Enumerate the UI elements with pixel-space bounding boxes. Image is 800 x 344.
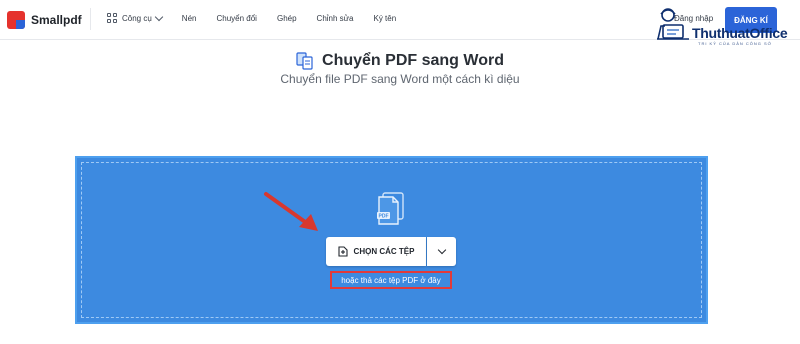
upload-source-dropdown[interactable] [427, 237, 456, 266]
pdf-badge-label: PDF [379, 214, 389, 220]
choose-files-label: CHỌN CÁC TỆP [353, 247, 415, 256]
grid-icon [107, 13, 117, 23]
logo-text: Smallpdf [31, 13, 82, 27]
nav-convert[interactable]: Chuyển đổi [216, 14, 256, 23]
watermark-text: ThuthuatOffice [692, 25, 788, 41]
drop-hint-text: hoặc thả các tệp PDF ở đây [330, 271, 452, 289]
logo-icon [7, 11, 25, 29]
page-subtitle: Chuyển file PDF sang Word một cách kì di… [280, 72, 520, 86]
annotation-arrow-icon [264, 192, 318, 231]
page-title: Chuyển PDF sang Word [322, 52, 504, 69]
nav-sign[interactable]: Ký tên [373, 14, 396, 23]
pdf-file-icon: PDF [377, 192, 404, 225]
choose-files-button[interactable]: CHỌN CÁC TỆP [326, 237, 426, 266]
tools-menu[interactable]: Công cụ [107, 12, 164, 23]
tools-label: Công cụ [122, 13, 152, 23]
watermark-subtext: TRI KỶ CỦA DÂN CÔNG SỞ [698, 41, 773, 46]
chevron-down-icon [154, 12, 164, 21]
nav-compress[interactable]: Nén [182, 14, 197, 23]
chevron-down-icon [437, 245, 446, 255]
watermark: ThuthuatOffice TRI KỶ CỦA DÂN CÔNG SỞ [648, 6, 798, 46]
nav-divider [90, 8, 91, 30]
nav-merge[interactable]: Ghép [277, 14, 297, 23]
upload-file-icon [337, 246, 348, 257]
main-nav: Công cụ Nén Chuyển đổi Ghép Chỉnh sửa Ký… [107, 12, 396, 23]
page-heading: Chuyển PDF sang Word [0, 52, 800, 70]
convert-doc-icon [296, 52, 313, 70]
smallpdf-logo[interactable]: Smallpdf [7, 11, 82, 29]
nav-edit[interactable]: Chỉnh sửa [317, 14, 354, 23]
watermark-person-icon [657, 8, 689, 40]
